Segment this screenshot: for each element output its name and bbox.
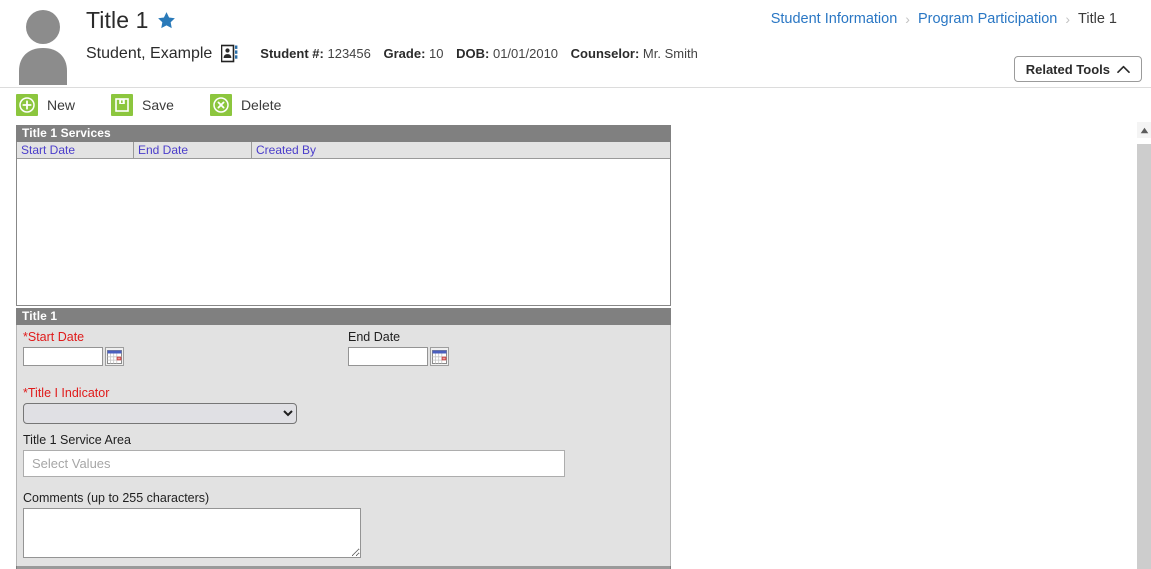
breadcrumb-item-student-information[interactable]: Student Information [771, 11, 898, 27]
chevron-up-icon [1117, 65, 1130, 73]
vertical-scrollbar[interactable] [1137, 122, 1151, 569]
main-content: Title 1 Services Start Date End Date Cre… [0, 122, 1137, 569]
student-name: Student, Example [86, 44, 213, 62]
end-date-field: End Date [348, 330, 449, 366]
detail-form: *Start Date End Date *Title I Indicator … [16, 325, 671, 566]
scrollbar-thumb[interactable] [1137, 144, 1151, 569]
start-date-label: *Start Date [23, 330, 85, 344]
start-date-input[interactable] [23, 347, 103, 366]
title-1-service-area-placeholder: Select Values [32, 456, 111, 471]
related-tools-button[interactable]: Related Tools [1013, 56, 1142, 82]
dob-label: DOB: [456, 46, 490, 61]
title-1-detail-panel: Title 1 *Start Date End Date *Title I In… [16, 308, 671, 569]
related-tools-label: Related Tools [1025, 61, 1110, 77]
breadcrumb-separator-icon: › [1065, 11, 1071, 27]
counselor-label: Counselor: [570, 46, 640, 61]
student-meta: Student #: 123456 Grade: 10 DOB: 01/01/2… [260, 46, 698, 61]
delete-button-label: Delete [240, 97, 282, 113]
save-button[interactable]: Save [111, 94, 174, 116]
new-button-label: New [47, 97, 76, 113]
comments-textarea[interactable] [23, 508, 361, 558]
date-fields-row: *Start Date End Date [23, 330, 664, 374]
student-summary-row: Student, Example Student #: 123456 Grade… [86, 44, 698, 63]
detail-panel-title: Title 1 [16, 308, 671, 325]
title-row: Title 1 [86, 6, 176, 34]
start-date-calendar-button[interactable] [105, 347, 124, 366]
x-circle-icon [209, 94, 232, 116]
caret-up-icon [1140, 127, 1148, 133]
page-title: Title 1 [86, 7, 149, 33]
page-header: Title 1 Student, Example Student #: 1234… [0, 0, 1151, 88]
application-window: Title 1 Student, Example Student #: 1234… [0, 0, 1151, 569]
grade-label: Grade: [383, 46, 426, 61]
title-1-service-area-label: Title 1 Service Area [23, 433, 131, 447]
title-i-indicator-label: *Title I Indicator [23, 386, 110, 400]
end-date-label: End Date [348, 330, 401, 344]
student-number-value: 123456 [327, 46, 371, 61]
comments-label: Comments (up to 255 characters) [23, 491, 210, 505]
column-header-start-date[interactable]: Start Date [17, 142, 134, 158]
breadcrumb: Student Information › Program Participat… [771, 11, 1117, 27]
services-grid-body[interactable] [17, 159, 670, 305]
save-button-label: Save [142, 97, 174, 113]
start-date-field: *Start Date [23, 330, 124, 366]
action-toolbar: New Save Delete [0, 88, 1137, 122]
column-header-created-by[interactable]: Created By [252, 142, 670, 158]
scrollbar-up-arrow-button[interactable] [1137, 122, 1151, 138]
person-placeholder-icon [19, 10, 67, 85]
calendar-icon [107, 349, 122, 364]
end-date-input[interactable] [348, 347, 428, 366]
counselor-value: Mr. Smith [642, 46, 698, 61]
end-date-calendar-button[interactable] [430, 347, 449, 366]
dob-value: 01/01/2010 [492, 46, 559, 61]
title-i-indicator-field: *Title I Indicator [23, 386, 664, 424]
services-grid: Start Date End Date Created By [16, 142, 671, 306]
star-icon[interactable] [157, 11, 176, 30]
comments-field: Comments (up to 255 characters) [23, 491, 664, 558]
title-1-service-area-field: Title 1 Service Area Select Values [23, 433, 664, 477]
new-button[interactable]: New [16, 94, 75, 116]
breadcrumb-item-title-1: Title 1 [1078, 11, 1117, 27]
title-1-services-panel: Title 1 Services Start Date End Date Cre… [16, 125, 671, 306]
floppy-disk-icon [111, 94, 134, 116]
student-number-label: Student #: [260, 46, 324, 61]
services-panel-title: Title 1 Services [16, 125, 671, 142]
grade-value: 10 [429, 46, 444, 61]
plus-circle-icon [16, 94, 38, 116]
services-grid-header-row: Start Date End Date Created By [17, 142, 670, 159]
title-i-indicator-select[interactable] [23, 403, 297, 424]
delete-button[interactable]: Delete [209, 94, 282, 116]
contact-card-icon[interactable] [221, 44, 238, 63]
column-header-end-date[interactable]: End Date [134, 142, 252, 158]
calendar-icon [432, 349, 447, 364]
title-1-service-area-input[interactable]: Select Values [23, 450, 565, 477]
breadcrumb-item-program-participation[interactable]: Program Participation [918, 11, 1057, 27]
student-avatar [12, 3, 74, 85]
breadcrumb-separator-icon: › [905, 11, 910, 27]
